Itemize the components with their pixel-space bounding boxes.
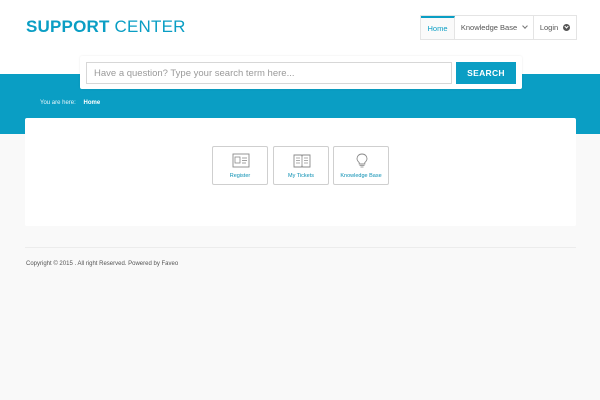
- breadcrumb-current[interactable]: Home: [83, 100, 100, 106]
- nav-home-label: Home: [427, 24, 448, 33]
- nav-knowledge-base[interactable]: Knowledge Base: [455, 16, 534, 39]
- lightbulb-icon: [356, 153, 368, 168]
- breadcrumb: You are here: Home: [40, 100, 100, 106]
- my-tickets-label: My Tickets: [288, 173, 314, 179]
- knowledge-base-label: Knowledge Base: [340, 173, 382, 179]
- logo-bold-text: SUPPORT: [26, 17, 110, 36]
- register-label: Register: [229, 173, 251, 179]
- chevron-down-icon: [522, 23, 528, 29]
- breadcrumb-prefix: You are here:: [40, 100, 76, 106]
- nav-home[interactable]: Home: [421, 16, 455, 39]
- logo-regular-text: CENTER: [114, 17, 186, 36]
- copyright-text: Copyright © 2015 . All right Reserved. P…: [26, 261, 179, 267]
- nav-login-label: Login: [539, 23, 559, 32]
- my-tickets-tile[interactable]: My Tickets: [273, 146, 329, 185]
- circle-chevron-down-icon: [563, 24, 571, 31]
- site-logo[interactable]: SUPPORT CENTER: [26, 17, 186, 37]
- book-icon: [293, 154, 311, 168]
- main-content: Register My Tickets Knowledge Base: [25, 118, 576, 226]
- search-panel: SEARCH: [80, 56, 522, 89]
- id-card-icon: [232, 153, 250, 168]
- nav-knowledge-base-label: Knowledge Base: [460, 23, 518, 32]
- register-tile[interactable]: Register: [212, 146, 268, 185]
- top-nav: Home Knowledge Base Login: [420, 15, 577, 40]
- search-input[interactable]: [86, 62, 452, 84]
- search-button[interactable]: SEARCH: [456, 62, 516, 84]
- nav-login[interactable]: Login: [534, 16, 576, 39]
- footer-divider: [25, 247, 576, 248]
- knowledge-base-tile[interactable]: Knowledge Base: [333, 146, 389, 185]
